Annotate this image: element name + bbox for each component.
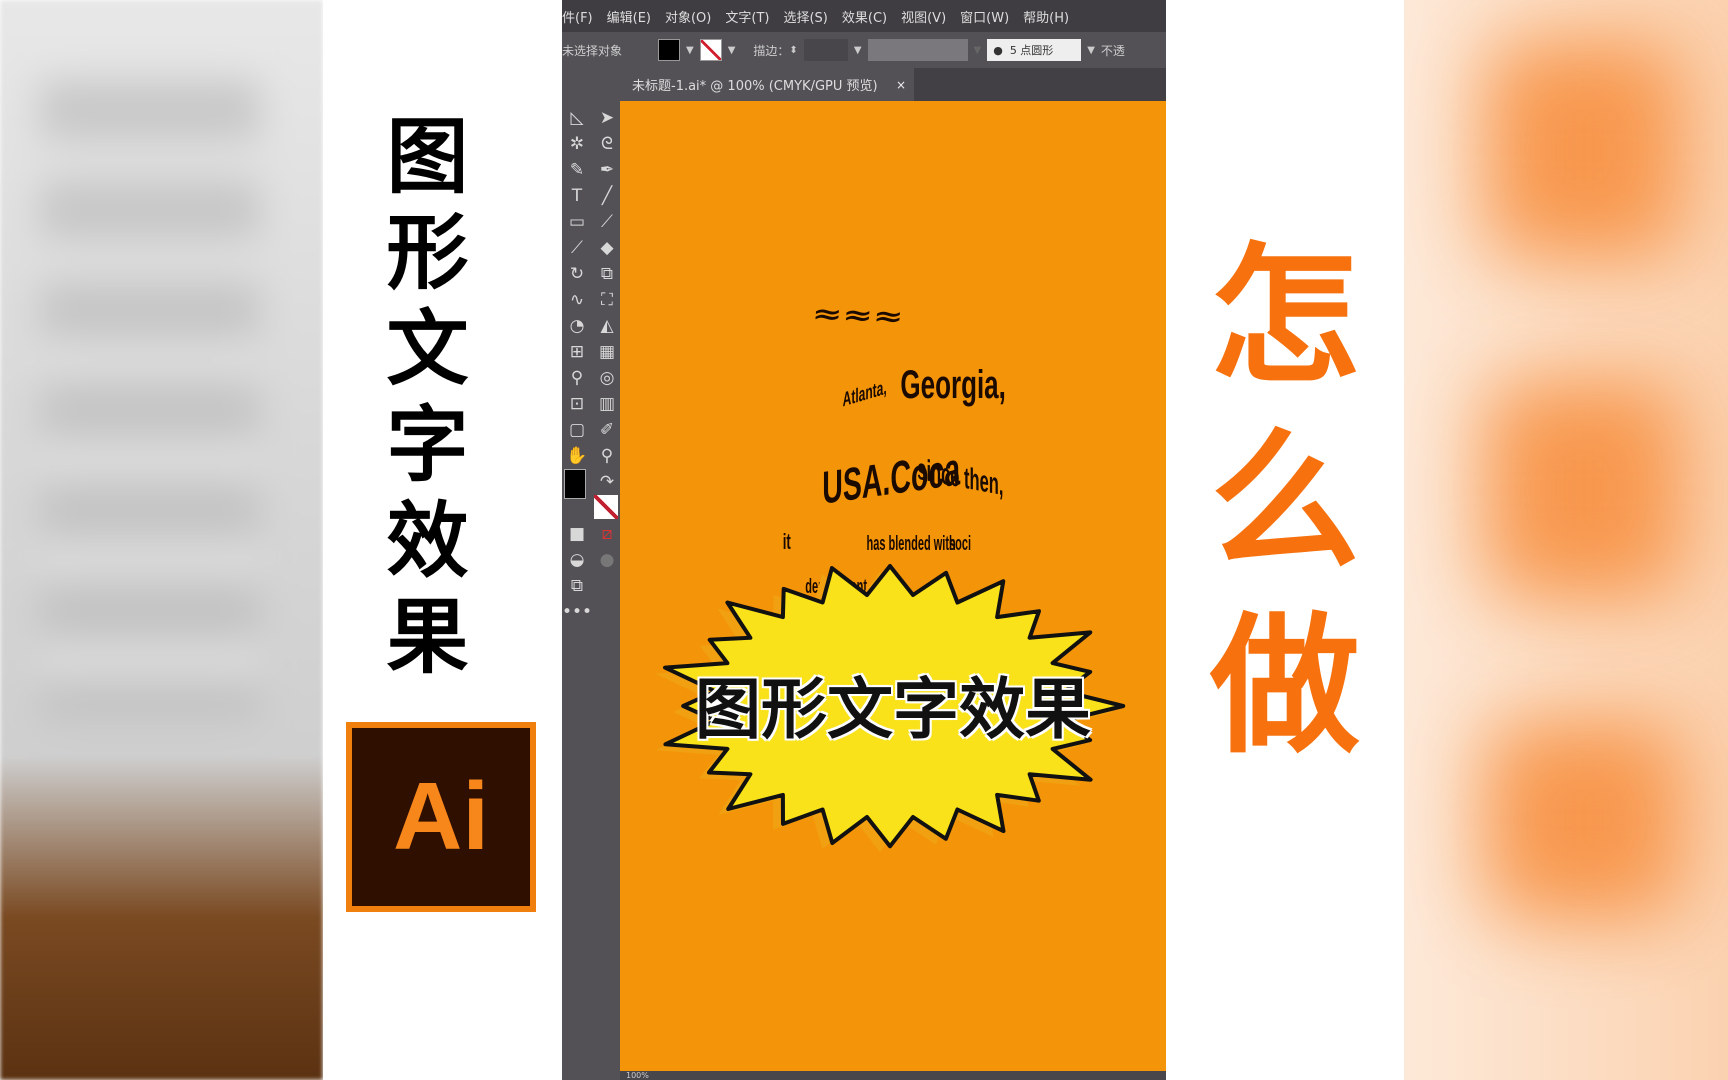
draw-behind-icon[interactable]: ● <box>594 547 620 573</box>
mesh-icon[interactable]: ⊞ <box>564 339 590 365</box>
stroke-label: 描边： <box>753 43 790 58</box>
type-tool-icon[interactable]: T <box>564 183 590 209</box>
title-char: 么 <box>1209 415 1360 589</box>
screen-mode-icon[interactable]: ⧉ <box>564 573 590 599</box>
fill-swatch[interactable] <box>658 39 680 61</box>
title-char: 效 <box>386 494 469 589</box>
paintbrush-icon[interactable]: ⟋ <box>594 209 620 235</box>
selection-status: 未选择对象 <box>562 43 623 58</box>
chevron-down-icon[interactable]: ▼ <box>728 45 736 56</box>
blurred-background-right <box>1404 0 1728 1080</box>
artboard-tool-icon[interactable]: ◺ <box>564 105 590 131</box>
bottle-word: Atlanta, <box>842 376 887 412</box>
menu-edit[interactable]: 编辑(E) <box>607 7 651 26</box>
draw-mode-icon[interactable]: ◒ <box>564 547 590 573</box>
slice-icon[interactable]: ▢ <box>564 417 590 443</box>
color-mode-icon[interactable]: ■ <box>564 521 590 547</box>
title-char: 做 <box>1209 600 1360 774</box>
status-bar: 100% <box>620 1071 1166 1080</box>
scale-icon[interactable]: ⧉ <box>594 261 620 287</box>
menu-view[interactable]: 视图(V) <box>901 7 946 26</box>
selection-tool-icon[interactable]: ➤ <box>594 105 620 131</box>
bottle-word: soci <box>949 533 972 555</box>
eyedropper-icon[interactable]: ⚲ <box>564 365 590 391</box>
menu-bar: 件(F) 编辑(E) 对象(O) 文字(T) 选择(S) 效果(C) 视图(V)… <box>562 0 1166 32</box>
stepper-icon[interactable]: ⬍ <box>789 45 797 56</box>
eraser-icon[interactable]: ◆ <box>594 235 620 261</box>
magic-wand-icon[interactable]: ✲ <box>564 131 590 157</box>
menu-object[interactable]: 对象(O) <box>665 7 711 26</box>
shape-builder-icon[interactable]: ◔ <box>564 313 590 339</box>
menu-file[interactable]: 件(F) <box>562 7 593 26</box>
menu-window[interactable]: 窗口(W) <box>960 7 1009 26</box>
title-char: 果 <box>386 590 469 685</box>
tools-panel: ◺ ➤ ✲ ᘓ ✎ ✒ T ╱ ▭ ⟋ ⟋ ◆ ↻ ⧉ ∿ ⛶ ◔ ◭ ⊞ ▦ ⚲ ◎ ⊡ ▥ ▢ ✐ ✋… <box>562 101 620 1080</box>
lasso-icon[interactable]: ᘓ <box>594 131 620 157</box>
title-char: 图 <box>386 110 469 205</box>
zoom-level[interactable]: 100% <box>626 1071 649 1080</box>
illustrator-logo: Ai <box>346 722 536 912</box>
brush-select[interactable]: ● 5 点圆形 <box>987 39 1082 61</box>
artboard-canvas[interactable]: ≈≈≈ Atlanta, Georgia, USA.Coca since the… <box>620 101 1166 1071</box>
pen-tool-icon[interactable]: ✒ <box>594 157 620 183</box>
bottle-word: has blended with <box>866 533 956 555</box>
document-tab-bar: 未标题-1.ai* @ 100% (CMYK/GPU 预览) × <box>620 68 1166 101</box>
chevron-down-icon[interactable]: ▼ <box>1087 45 1095 56</box>
stroke-weight-input[interactable] <box>803 39 848 61</box>
document-tab[interactable]: 未标题-1.ai* @ 100% (CMYK/GPU 预览) × <box>620 68 914 101</box>
opacity-label: 不透 <box>1100 43 1125 58</box>
title-char: 形 <box>386 206 469 301</box>
menu-type[interactable]: 文字(T) <box>725 7 769 26</box>
stroke-swatch[interactable] <box>699 39 722 61</box>
bottle-word: Georgia, <box>900 363 1006 407</box>
none-icon[interactable]: ⧄ <box>594 521 620 547</box>
symbol-sprayer-icon[interactable]: ⊡ <box>564 391 590 417</box>
knife-icon[interactable]: ✐ <box>594 417 620 443</box>
logo-text: Ai <box>393 763 489 870</box>
gradient-icon[interactable]: ▦ <box>594 339 620 365</box>
tab-title: 未标题-1.ai* @ 100% (CMYK/GPU 预览) <box>632 79 878 94</box>
brush-dot-icon: ● <box>993 43 1010 57</box>
rotate-icon[interactable]: ↻ <box>564 261 590 287</box>
close-icon[interactable]: × <box>896 78 906 92</box>
chevron-down-icon: ▼ <box>973 44 982 56</box>
illustrator-window: 件(F) 编辑(E) 对象(O) 文字(T) 选择(S) 效果(C) 视图(V)… <box>562 0 1166 1080</box>
bottle-cap-shape: ≈≈≈ <box>810 299 905 333</box>
left-vertical-title: 图 形 文 字 效 果 <box>370 110 485 686</box>
menu-select[interactable]: 选择(S) <box>783 7 827 26</box>
shaper-icon[interactable]: ⟋ <box>564 235 590 261</box>
control-bar: 未选择对象 ▼ ▼ 描边： ⬍ ▼ ▼ ● 5 点圆形 ▼ 不透 <box>562 32 1166 68</box>
menu-effect[interactable]: 效果(C) <box>842 7 887 26</box>
chevron-down-icon[interactable]: ▼ <box>854 45 862 56</box>
rectangle-tool-icon[interactable]: ▭ <box>564 209 590 235</box>
graph-icon[interactable]: ▥ <box>594 391 620 417</box>
line-tool-icon[interactable]: ╱ <box>594 183 620 209</box>
pencil-icon[interactable]: ✎ <box>564 157 590 183</box>
swap-colors-icon[interactable]: ↷ <box>594 469 620 495</box>
title-char: 文 <box>386 302 469 397</box>
variable-width-select[interactable] <box>867 39 968 61</box>
zoom-icon[interactable]: ⚲ <box>594 443 620 469</box>
blurred-background-left <box>0 0 323 1080</box>
bottle-word: it <box>782 529 791 554</box>
blend-icon[interactable]: ◎ <box>594 365 620 391</box>
free-transform-icon[interactable]: ⛶ <box>594 287 620 313</box>
title-char: 字 <box>386 398 469 493</box>
stroke-color-icon[interactable] <box>594 495 618 519</box>
hand-icon[interactable]: ✋ <box>564 443 590 469</box>
menu-help[interactable]: 帮助(H) <box>1023 7 1069 26</box>
chevron-down-icon[interactable]: ▼ <box>686 45 694 56</box>
warp-icon[interactable]: ∿ <box>564 287 590 313</box>
title-char: 怎 <box>1209 230 1360 404</box>
perspective-grid-icon[interactable]: ◭ <box>594 313 620 339</box>
burst-title: 图形文字效果 <box>694 670 1092 749</box>
right-vertical-title: 怎 么 做 <box>1190 225 1380 780</box>
brush-label: 5 点圆形 <box>1009 44 1054 57</box>
more-tools-icon[interactable]: ••• <box>562 599 592 625</box>
